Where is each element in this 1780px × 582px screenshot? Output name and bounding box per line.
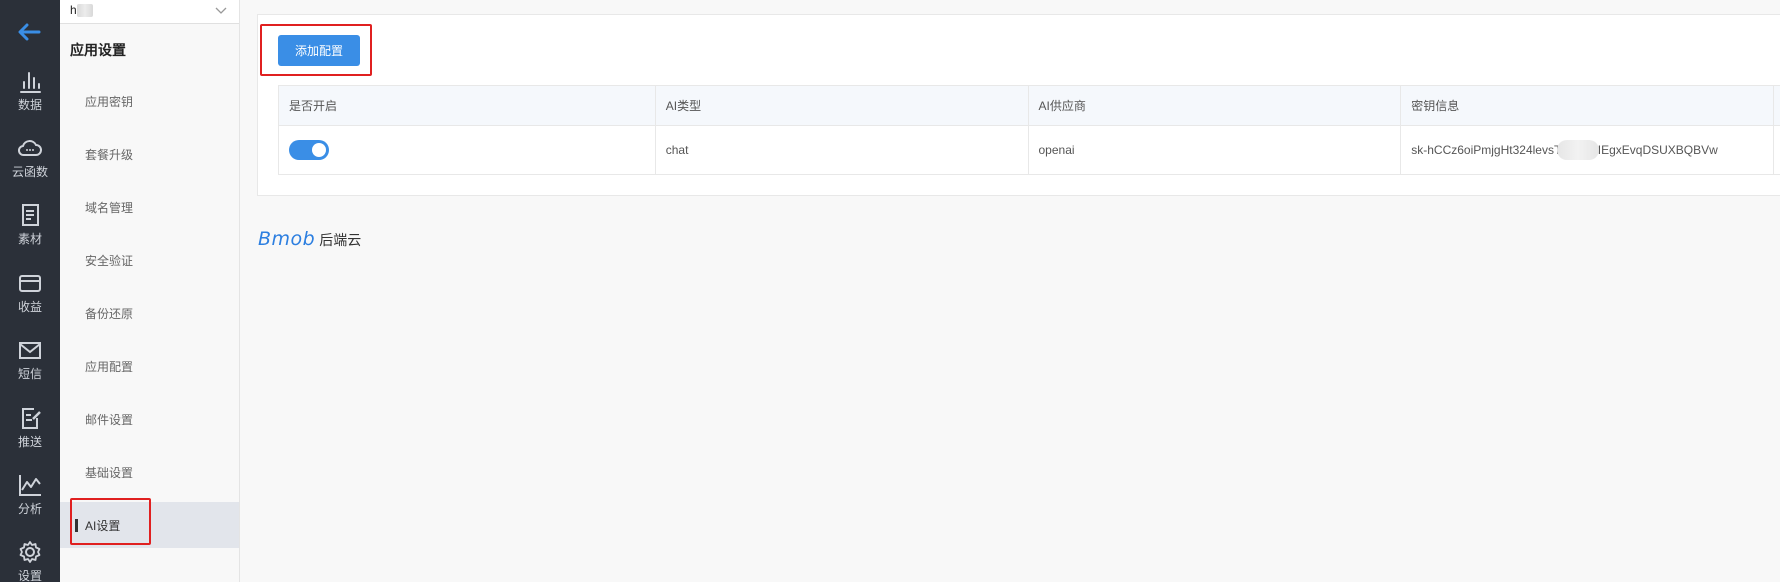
ai-config-table: 是否开启 AI类型 AI供应商 密钥信息 chat openai sk-hCCz… — [278, 85, 1780, 175]
rail-item-label: 收益 — [17, 300, 42, 314]
key-wrap: sk-hCCz6oiPmjgHt324levsT !NdhSIEgxEvqDSU… — [1411, 140, 1718, 160]
active-indicator — [75, 519, 78, 532]
table-header: 是否开启 AI类型 AI供应商 密钥信息 — [279, 86, 1780, 126]
sidebar-item-label: 基础设置 — [85, 466, 134, 480]
header-ai-type: AI类型 — [656, 86, 1029, 125]
sidebar-title: 应用设置 — [70, 42, 126, 58]
rail-item-label: 推送 — [17, 435, 42, 449]
rail-item-label: 短信 — [17, 367, 42, 381]
ai-config-panel: 添加配置 是否开启 AI类型 AI供应商 密钥信息 chat openai sk… — [257, 14, 1780, 196]
cell-enabled — [279, 126, 656, 174]
brand-footer: Bmob 后端云 — [258, 228, 361, 250]
cell-overflow — [1774, 126, 1780, 174]
toggle-knob — [312, 143, 326, 157]
sidebar-item-security[interactable]: 安全验证 — [60, 237, 239, 283]
sidebar-item-basic-settings[interactable]: 基础设置 — [60, 449, 239, 495]
sidebar-item-label: 域名管理 — [85, 201, 134, 215]
sidebar-item-app-keys[interactable]: 应用密钥 — [60, 78, 239, 124]
rail-item-label: 设置 — [17, 569, 42, 582]
bar-chart-icon — [20, 72, 41, 93]
cloud-icon — [17, 140, 42, 156]
header-overflow — [1774, 86, 1780, 125]
sidebar-item-label: 备份还原 — [85, 307, 134, 321]
rail-item-sms[interactable]: 短信 — [0, 333, 60, 393]
rail-item-label: 分析 — [17, 502, 42, 516]
rail-item-materials[interactable]: 素材 — [0, 198, 60, 258]
sidebar-item-mail-settings[interactable]: 邮件设置 — [60, 396, 239, 442]
sidebar-item-domain-management[interactable]: 域名管理 — [60, 184, 239, 230]
arrow-left-icon — [18, 23, 41, 41]
back-button[interactable] — [13, 18, 45, 46]
line-chart-icon — [19, 475, 41, 496]
cell-ai-type: chat — [656, 126, 1029, 174]
card-icon — [19, 275, 41, 292]
sidebar-item-backup-restore[interactable]: 备份还原 — [60, 290, 239, 336]
table-row: chat openai sk-hCCz6oiPmjgHt324levsT !Nd… — [279, 126, 1780, 174]
app-select-dropdown[interactable]: h — [60, 0, 239, 24]
redacted-app-name — [77, 4, 93, 17]
rail-item-cloud-functions[interactable]: 云函数 — [0, 131, 60, 191]
sidebar-item-label: 套餐升级 — [85, 148, 134, 162]
rail-item-analytics[interactable]: 分析 — [0, 468, 60, 528]
gear-icon — [19, 541, 41, 563]
edit-doc-icon — [22, 408, 41, 429]
rail-item-label: 云函数 — [11, 165, 48, 179]
sidebar-item-ai-settings[interactable]: AI设置 — [60, 502, 239, 548]
cell-ai-provider: openai — [1029, 126, 1402, 174]
rail-item-label: 素材 — [17, 232, 42, 246]
cell-key-info: sk-hCCz6oiPmjgHt324levsT !NdhSIEgxEvqDSU… — [1401, 126, 1774, 174]
sidebar-item-label: 应用密钥 — [85, 95, 134, 109]
sidebar-item-label: 邮件设置 — [85, 413, 134, 427]
rail-item-data[interactable]: 数据 — [0, 64, 60, 124]
header-key-info: 密钥信息 — [1401, 86, 1774, 125]
main-nav-rail: 数据 云函数 素材 收益 短信 推送 分析 设置 — [0, 0, 60, 582]
header-enabled: 是否开启 — [279, 86, 656, 125]
sidebar-item-label: AI设置 — [85, 519, 121, 533]
document-icon — [22, 204, 39, 226]
rail-item-settings[interactable]: 设置 — [0, 535, 60, 582]
chevron-down-icon — [215, 7, 227, 14]
brand-subtitle: 后端云 — [319, 232, 362, 248]
brand-logo: Bmob — [258, 228, 316, 250]
enabled-toggle[interactable] — [289, 140, 329, 160]
rail-item-push[interactable]: 推送 — [0, 401, 60, 461]
sidebar-item-label: 应用配置 — [85, 360, 134, 374]
add-config-button[interactable]: 添加配置 — [278, 35, 360, 66]
sidebar-item-plan-upgrade[interactable]: 套餐升级 — [60, 131, 239, 177]
app-select-value: h — [70, 3, 77, 17]
mail-icon — [19, 342, 41, 359]
sidebar-item-label: 安全验证 — [85, 254, 134, 268]
rail-item-revenue[interactable]: 收益 — [0, 266, 60, 326]
redacted-key-segment — [1557, 140, 1600, 160]
rail-item-label: 数据 — [17, 98, 42, 112]
settings-sidebar: h 应用设置 应用密钥 套餐升级 域名管理 安全验证 备份还原 应用配置 邮件设… — [60, 0, 240, 582]
header-ai-provider: AI供应商 — [1029, 86, 1402, 125]
sidebar-item-app-config[interactable]: 应用配置 — [60, 343, 239, 389]
